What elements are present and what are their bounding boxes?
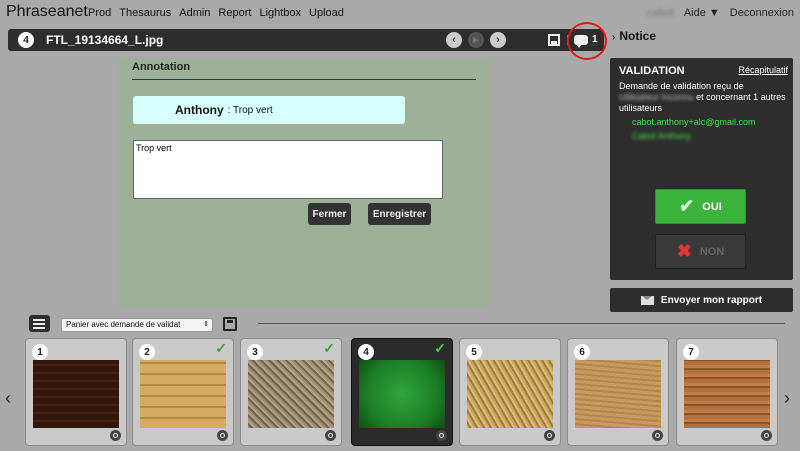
send-report-label: Envoyer mon rapport — [660, 294, 763, 306]
select-arrows-icon: ⇕ — [203, 321, 209, 328]
help-menu[interactable]: Aide ▼ — [684, 7, 720, 19]
menu-item-prod[interactable]: Prod — [88, 7, 111, 19]
zoom-icon[interactable] — [652, 430, 663, 441]
approve-label: OUI — [702, 200, 722, 213]
cross-icon: ✖ — [676, 241, 692, 261]
thumbnail-2[interactable]: 2 ✓ — [132, 338, 234, 446]
zoom-icon[interactable] — [436, 430, 447, 441]
send-report-button[interactable]: Envoyer mon rapport — [610, 288, 793, 312]
reject-label: NON — [699, 245, 725, 258]
recap-link[interactable]: Récapitulatif — [738, 65, 788, 75]
validation-title: VALIDATION — [619, 65, 685, 77]
scroll-left-button[interactable]: ‹ — [5, 388, 11, 409]
menu-item-lightbox[interactable]: Lightbox — [259, 7, 301, 19]
reject-button[interactable]: ✖ NON — [655, 234, 746, 269]
save-icon[interactable] — [548, 34, 560, 46]
top-navigation: Phraseanet Prod Thesaurus Admin Report L… — [0, 0, 800, 26]
requester-name: Utilisateur Inconnu — [619, 92, 694, 102]
thumbnail-5[interactable]: 5 — [459, 338, 561, 446]
approved-check-icon: ✓ — [434, 340, 446, 356]
comment-author: Anthony — [175, 103, 224, 117]
close-button[interactable]: Fermer — [308, 203, 351, 225]
thumbnail-image[interactable] — [248, 360, 334, 428]
thumbnail-index: 7 — [683, 344, 699, 360]
thumbnail-index: 5 — [466, 344, 482, 360]
annotation-textarea[interactable]: Trop vert — [133, 140, 443, 199]
image-viewer: Annotation Anthony : Trop vert Trop vert… — [118, 59, 489, 307]
participant-name: Cabot Anthony — [632, 131, 692, 141]
save-basket-icon[interactable] — [223, 317, 237, 331]
thumbnail-1[interactable]: 1 — [25, 338, 127, 446]
app-logo[interactable]: Phraseanet — [6, 3, 88, 21]
previous-button[interactable]: ‹ — [446, 32, 462, 48]
thumbnail-7[interactable]: 7 — [676, 338, 778, 446]
thumbnail-image[interactable] — [140, 360, 226, 428]
save-annotation-button[interactable]: Enregistrer — [368, 203, 431, 225]
play-button[interactable]: ▶ — [468, 32, 484, 48]
record-index-badge: 4 — [18, 32, 34, 48]
thumbnail-image[interactable] — [575, 360, 661, 428]
user-menu: cabot Aide ▼ Deconnexion — [647, 7, 794, 19]
list-view-button[interactable] — [29, 315, 50, 332]
validation-text-start: Demande de validation reçu de — [619, 81, 744, 91]
record-titlebar: 4 FTL_19134664_L.jpg ‹ ▶ › 1 — [8, 29, 604, 51]
notice-toggle[interactable]: › Notice — [612, 29, 656, 43]
thumbnail-index: 1 — [32, 344, 48, 360]
validation-panel: VALIDATION Récapitulatif Demande de vali… — [610, 58, 793, 280]
envelope-icon — [640, 295, 654, 305]
zoom-icon[interactable] — [110, 430, 121, 441]
annotation-title: Annotation — [132, 61, 191, 73]
basket-divider — [258, 323, 785, 324]
menu-item-admin[interactable]: Admin — [179, 7, 210, 19]
approved-check-icon: ✓ — [215, 340, 227, 356]
participant-email: cabot.anthony+alc@gmail.com — [632, 117, 756, 127]
next-button[interactable]: › — [490, 32, 506, 48]
menu-item-report[interactable]: Report — [218, 7, 251, 19]
thumbnail-image[interactable] — [359, 360, 445, 428]
main-menu: Prod Thesaurus Admin Report Lightbox Upl… — [88, 7, 344, 19]
thumbnail-image[interactable] — [467, 360, 553, 428]
zoom-icon[interactable] — [761, 430, 772, 441]
zoom-icon[interactable] — [217, 430, 228, 441]
notice-label: Notice — [619, 29, 657, 43]
validation-description: Demande de validation reçu de Utilisateu… — [619, 81, 789, 114]
thumbnail-4[interactable]: 4 ✓ — [351, 338, 453, 446]
thumbnail-image[interactable] — [684, 360, 770, 428]
thumbnail-index: 3 — [247, 344, 263, 360]
comment-text: : Trop vert — [227, 104, 273, 116]
zoom-icon[interactable] — [325, 430, 336, 441]
check-icon: ✔ — [679, 196, 695, 216]
thumbnail-index: 6 — [574, 344, 590, 360]
highlight-circle — [567, 22, 607, 60]
thumbnail-6[interactable]: 6 — [567, 338, 669, 446]
basket-select[interactable]: Panier avec demande de validat ⇕ — [61, 318, 213, 332]
annotation-divider — [132, 79, 476, 80]
thumbnail-image[interactable] — [33, 360, 119, 428]
approve-button[interactable]: ✔ OUI — [655, 189, 746, 224]
zoom-icon[interactable] — [544, 430, 555, 441]
approved-check-icon: ✓ — [323, 340, 335, 356]
user-name: cabot — [646, 7, 674, 19]
chevron-right-icon: › — [612, 32, 616, 43]
logout-link[interactable]: Deconnexion — [730, 7, 794, 19]
thumbnail-index: 2 — [139, 344, 155, 360]
thumbnail-3[interactable]: 3 ✓ — [240, 338, 342, 446]
thumbnail-index: 4 — [358, 344, 374, 360]
scroll-right-button[interactable]: › — [784, 388, 790, 409]
record-filename: FTL_19134664_L.jpg — [46, 33, 164, 47]
menu-item-upload[interactable]: Upload — [309, 7, 344, 19]
existing-comment: Anthony : Trop vert — [133, 96, 405, 124]
menu-item-thesaurus[interactable]: Thesaurus — [119, 7, 171, 19]
basket-select-value: Panier avec demande de validat — [66, 320, 181, 329]
